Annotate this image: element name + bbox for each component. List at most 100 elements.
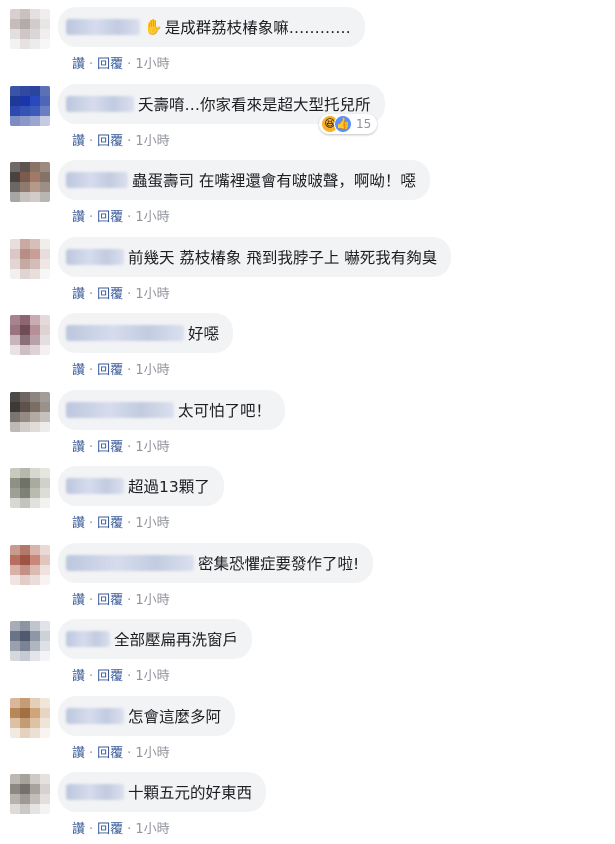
timestamp[interactable]: 1小時 <box>135 593 169 608</box>
comment-text: 是成群荔枝椿象嘛………… <box>164 19 351 37</box>
avatar-pixel <box>30 345 40 355</box>
avatar[interactable] <box>10 85 50 126</box>
comment: 超過13顆了 讚 · 回覆 · 1小時 <box>0 462 615 538</box>
comment-actions: 讚 · 回覆 · 1小時 <box>72 665 170 684</box>
comment-actions: 讚 · 回覆 · 1小時 <box>72 742 170 761</box>
timestamp[interactable]: 1小時 <box>135 669 169 684</box>
like-link[interactable]: 讚 <box>72 822 85 837</box>
blurred-commenter-name[interactable] <box>66 401 174 418</box>
like-link[interactable]: 讚 <box>72 593 85 608</box>
avatar-pixel <box>10 115 20 126</box>
avatar-pixel <box>20 115 30 126</box>
comment: 全部壓扁再洗窗戶 讚 · 回覆 · 1小時 <box>0 615 615 691</box>
separator-dot: · <box>127 439 132 455</box>
avatar-pixel <box>20 182 30 192</box>
avatar-pixel <box>30 727 40 738</box>
blurred-commenter-name[interactable] <box>66 784 124 800</box>
avatar[interactable] <box>10 238 50 279</box>
like-link[interactable]: 讚 <box>72 669 85 684</box>
timestamp[interactable]: 1小時 <box>135 210 169 225</box>
like-link[interactable]: 讚 <box>72 134 85 149</box>
blurred-commenter-name[interactable] <box>66 19 140 35</box>
like-link[interactable]: 讚 <box>72 210 85 225</box>
avatar[interactable] <box>10 162 50 202</box>
like-link[interactable]: 讚 <box>72 746 85 761</box>
avatar-pixel <box>40 411 50 422</box>
avatar-pixel <box>10 717 20 728</box>
comment-text: 十顆五元的好東西 <box>128 784 253 802</box>
reply-link[interactable]: 回覆 <box>97 593 123 608</box>
timestamp[interactable]: 1小時 <box>135 57 169 72</box>
comment: ✋ 是成群荔枝椿象嘛………… 讚 · 回覆 · 1小時 <box>0 3 615 79</box>
like-reaction-icon: 👍 <box>334 114 352 133</box>
avatar[interactable] <box>10 774 50 814</box>
avatar[interactable] <box>10 544 50 585</box>
blurred-commenter-name[interactable] <box>66 478 124 494</box>
avatar[interactable] <box>10 697 50 738</box>
timestamp[interactable]: 1小時 <box>135 440 169 455</box>
avatar-pixel <box>40 697 50 708</box>
separator-dot: · <box>89 286 94 302</box>
blurred-commenter-name[interactable] <box>66 172 128 188</box>
reply-link[interactable]: 回覆 <box>97 287 123 302</box>
avatar[interactable] <box>10 9 50 49</box>
timestamp[interactable]: 1小時 <box>135 822 169 837</box>
avatar[interactable] <box>10 468 50 508</box>
like-link[interactable]: 讚 <box>72 440 85 455</box>
avatar-pixel <box>10 238 20 249</box>
reaction-summary[interactable]: 😆 👍 15 <box>319 113 378 134</box>
reply-link[interactable]: 回覆 <box>97 210 123 225</box>
avatar[interactable] <box>10 621 50 661</box>
blurred-commenter-name[interactable] <box>66 707 124 724</box>
separator-dot: · <box>89 133 94 149</box>
comment-text: 夭壽唷…你家看來是超大型托兒所 <box>138 95 371 114</box>
comment-text: 超過13顆了 <box>128 478 210 496</box>
avatar-pixel <box>10 95 20 106</box>
timestamp[interactable]: 1小時 <box>135 134 169 149</box>
like-link[interactable]: 讚 <box>72 363 85 378</box>
avatar-pixel <box>30 478 40 488</box>
avatar-pixel <box>10 325 20 335</box>
avatar-pixel <box>10 804 20 814</box>
avatar-pixel <box>20 268 30 279</box>
avatar-pixel <box>20 85 30 96</box>
avatar-pixel <box>40 345 50 355</box>
avatar-pixel <box>20 707 30 718</box>
blurred-commenter-name[interactable] <box>66 631 110 647</box>
like-link[interactable]: 讚 <box>72 57 85 72</box>
avatar-pixel <box>40 238 50 249</box>
avatar-pixel <box>30 421 40 432</box>
reply-link[interactable]: 回覆 <box>97 516 123 531</box>
separator-dot: · <box>89 822 94 837</box>
avatar-pixel <box>30 641 40 651</box>
avatar-pixel <box>40 564 50 575</box>
timestamp[interactable]: 1小時 <box>135 363 169 378</box>
comment: 密集恐懼症要發作了啦! 讚 · 回覆 · 1小時 <box>0 539 615 615</box>
separator-dot: · <box>89 745 94 761</box>
reply-link[interactable]: 回覆 <box>97 440 123 455</box>
like-link[interactable]: 讚 <box>72 516 85 531</box>
blurred-commenter-name[interactable] <box>66 554 194 571</box>
blurred-commenter-name[interactable] <box>66 325 184 341</box>
reply-link[interactable]: 回覆 <box>97 669 123 684</box>
avatar[interactable] <box>10 315 50 355</box>
avatar-pixel <box>10 105 20 116</box>
timestamp[interactable]: 1小時 <box>135 516 169 531</box>
avatar[interactable] <box>10 391 50 432</box>
avatar-pixel <box>20 631 30 641</box>
like-link[interactable]: 讚 <box>72 287 85 302</box>
avatar-pixel <box>10 621 20 631</box>
timestamp[interactable]: 1小時 <box>135 746 169 761</box>
reply-link[interactable]: 回覆 <box>97 57 123 72</box>
avatar-pixel <box>40 631 50 641</box>
blurred-commenter-name[interactable] <box>66 95 134 112</box>
avatar-pixel <box>40 804 50 814</box>
blurred-commenter-name[interactable] <box>66 248 124 265</box>
comment-text: 全部壓扁再洗窗戶 <box>114 631 239 649</box>
reply-link[interactable]: 回覆 <box>97 746 123 761</box>
avatar-pixel <box>40 727 50 738</box>
timestamp[interactable]: 1小時 <box>135 287 169 302</box>
reply-link[interactable]: 回覆 <box>97 134 123 149</box>
reply-link[interactable]: 回覆 <box>97 822 123 837</box>
reply-link[interactable]: 回覆 <box>97 363 123 378</box>
